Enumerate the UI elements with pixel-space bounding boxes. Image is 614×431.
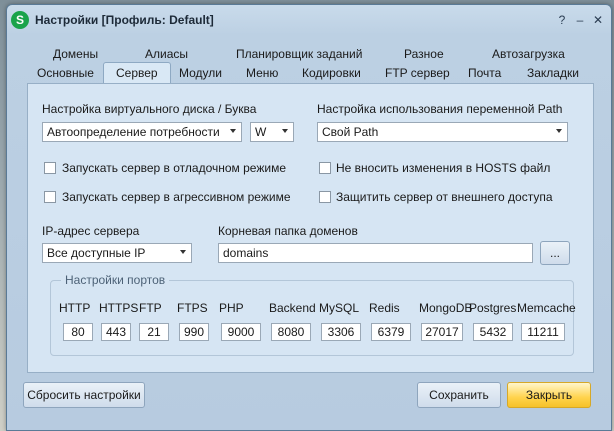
root-folder-value: domains	[223, 246, 269, 260]
tab-server[interactable]: Сервер	[103, 62, 171, 84]
port-label-memcache: Memcache	[517, 301, 576, 315]
title-bar: S Настройки [Профиль: Default] ? – ✕	[7, 5, 611, 35]
drive-letter-select[interactable]: W	[250, 122, 294, 142]
chevron-down-icon	[230, 129, 236, 133]
tab-modules[interactable]: Модули	[179, 66, 222, 80]
path-select[interactable]: Свой Path	[317, 122, 568, 142]
ip-label: IP-адрес сервера	[42, 224, 140, 238]
port-input-ftps[interactable]: 990	[179, 323, 209, 341]
port-label-https: HTTPS	[99, 301, 139, 315]
tab-bookmarks[interactable]: Закладки	[527, 66, 579, 80]
hosts-checkbox[interactable]	[319, 162, 331, 174]
hosts-label: Не вносить изменения в HOSTS файл	[336, 161, 551, 175]
tab-misc[interactable]: Разное	[404, 47, 444, 61]
browse-button[interactable]: ...	[540, 241, 570, 265]
tab-scheduler[interactable]: Планировщик заданий	[236, 47, 362, 61]
server-tab-panel: Настройка виртуального диска / Буква Авт…	[27, 83, 594, 373]
port-label-ftp: FTP	[139, 301, 162, 315]
debug-mode-checkbox[interactable]	[44, 162, 56, 174]
port-label-http: HTTP	[59, 301, 91, 315]
ip-select[interactable]: Все доступные IP	[42, 243, 192, 263]
port-label-php: PHP	[219, 301, 244, 315]
chevron-down-icon	[282, 129, 288, 133]
vdisk-label: Настройка виртуального диска / Буква	[42, 102, 257, 116]
tab-row-lower: Основные Сервер Модули Меню Кодировки FT…	[7, 62, 611, 84]
root-folder-input[interactable]: domains	[218, 243, 533, 263]
reset-settings-button[interactable]: Сбросить настройки	[23, 382, 145, 408]
vdisk-select-value: Автоопределение потребности	[47, 125, 220, 139]
port-input-mysql[interactable]: 3306	[321, 323, 361, 341]
port-input-php[interactable]: 9000	[221, 323, 261, 341]
chevron-down-icon	[180, 250, 186, 254]
port-input-http[interactable]: 80	[63, 323, 93, 341]
tab-encodings[interactable]: Кодировки	[302, 66, 361, 80]
drive-letter-value: W	[255, 125, 267, 139]
ports-group-title: Настройки портов	[61, 273, 170, 287]
path-select-value: Свой Path	[322, 125, 379, 139]
path-label: Настройка использования переменной Path	[317, 102, 563, 116]
ports-group: Настройки портов HTTP 80 HTTPS 443 FTP 2…	[50, 273, 576, 356]
tab-row-upper: Домены Алиасы Планировщик заданий Разное…	[7, 47, 611, 63]
port-input-backend[interactable]: 8080	[271, 323, 311, 341]
port-label-mongodb: MongoDB	[419, 301, 473, 315]
port-label-backend: Backend	[269, 301, 316, 315]
port-label-mysql: MySQL	[319, 301, 360, 315]
port-label-ftps: FTPS	[177, 301, 208, 315]
port-input-memcache[interactable]: 11211	[521, 323, 565, 341]
tab-mail[interactable]: Почта	[468, 66, 501, 80]
protect-checkbox[interactable]	[319, 191, 331, 203]
chevron-down-icon	[556, 129, 562, 133]
tab-domains[interactable]: Домены	[53, 47, 98, 61]
port-input-mongodb[interactable]: 27017	[421, 323, 463, 341]
aggressive-mode-label: Запускать сервер в агрессивном режиме	[62, 190, 291, 204]
debug-mode-label: Запускать сервер в отладочном режиме	[62, 161, 287, 175]
protect-label: Защитить сервер от внешнего доступа	[336, 190, 553, 204]
port-label-redis: Redis	[369, 301, 400, 315]
window-title: Настройки [Профиль: Default]	[35, 13, 214, 27]
vdisk-select[interactable]: Автоопределение потребности	[42, 122, 242, 142]
tab-menu[interactable]: Меню	[246, 66, 278, 80]
port-input-https[interactable]: 443	[101, 323, 131, 341]
root-folder-label: Корневая папка доменов	[218, 224, 358, 238]
tab-ftp-server[interactable]: FTP сервер	[385, 66, 450, 80]
tab-autostart[interactable]: Автозагрузка	[492, 47, 565, 61]
port-input-ftp[interactable]: 21	[139, 323, 169, 341]
tab-aliases[interactable]: Алиасы	[145, 47, 188, 61]
port-input-postgres[interactable]: 5432	[473, 323, 513, 341]
ip-select-value: Все доступные IP	[47, 246, 146, 260]
close-icon[interactable]: ✕	[591, 13, 605, 27]
port-label-postgres: Postgres	[469, 301, 517, 315]
tab-general[interactable]: Основные	[37, 66, 94, 80]
app-logo-icon: S	[11, 11, 29, 29]
help-icon[interactable]: ?	[555, 13, 569, 27]
port-input-redis[interactable]: 6379	[371, 323, 411, 341]
settings-window: S Настройки [Профиль: Default] ? – ✕ Дом…	[6, 4, 612, 431]
aggressive-mode-checkbox[interactable]	[44, 191, 56, 203]
save-button[interactable]: Сохранить	[417, 382, 501, 408]
close-button[interactable]: Закрыть	[507, 382, 591, 408]
minimize-icon[interactable]: –	[573, 13, 587, 27]
